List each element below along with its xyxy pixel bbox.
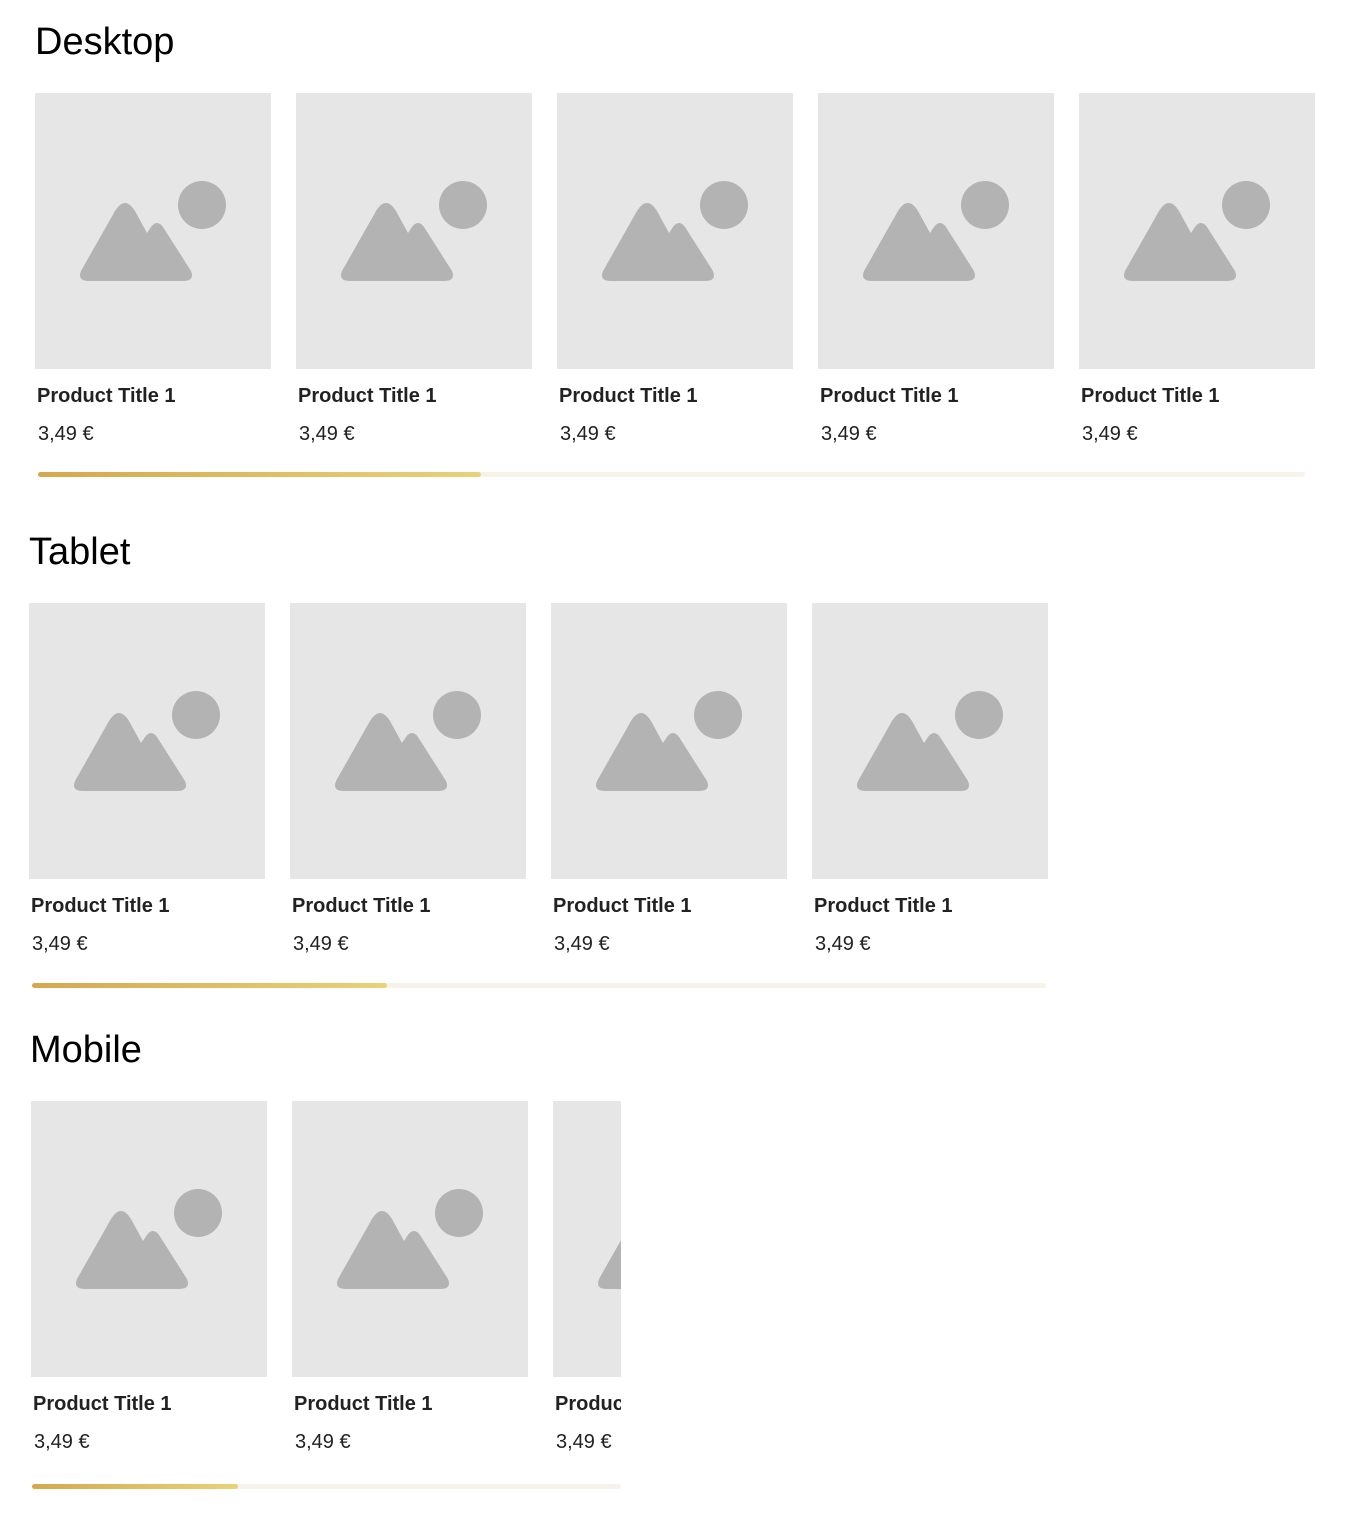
product-card[interactable]: Product Title 1 3,49 € xyxy=(35,93,271,445)
desktop-section: Desktop Product Title 1 3,49 € Product T… xyxy=(35,20,1315,480)
product-card[interactable]: Product Title 1 3,49 € xyxy=(29,603,265,955)
carousel-track: Product Title 1 3,49 € Product Title 1 3… xyxy=(30,1101,621,1471)
product-price: 3,49 € xyxy=(32,933,88,955)
product-price: 3,49 € xyxy=(38,423,94,445)
product-image[interactable] xyxy=(296,93,532,369)
product-price: 3,49 € xyxy=(815,933,871,955)
product-card[interactable]: Product Title 1 3,49 € xyxy=(31,1101,267,1453)
image-placeholder-icon xyxy=(80,181,226,281)
product-price: 3,49 € xyxy=(821,423,877,445)
image-placeholder-icon xyxy=(1124,181,1270,281)
product-image[interactable] xyxy=(29,603,265,879)
product-price: 3,49 € xyxy=(299,423,355,445)
product-title[interactable]: Product Title 1 xyxy=(553,893,692,919)
image-placeholder-icon xyxy=(602,181,748,281)
image-placeholder-icon xyxy=(857,691,1003,791)
product-title[interactable]: Product Title 1 xyxy=(1081,383,1220,409)
image-placeholder-icon xyxy=(596,691,742,791)
product-title[interactable]: Product Title 1 xyxy=(37,383,176,409)
product-image[interactable] xyxy=(1079,93,1315,369)
product-carousel[interactable]: Product Title 1 3,49 € Product Title 1 3… xyxy=(29,603,1049,973)
section-title: Mobile xyxy=(30,1029,142,1071)
product-title[interactable]: Product Title 1 xyxy=(298,383,437,409)
carousel-scrollbar[interactable] xyxy=(32,983,1046,988)
product-image[interactable] xyxy=(557,93,793,369)
product-card[interactable]: Product Title 1 3,49 € xyxy=(551,603,787,955)
mobile-section: Mobile Product Title 1 3,49 € Product Ti… xyxy=(30,1028,621,1498)
product-card[interactable]: Product Title 1 3,49 € xyxy=(1079,93,1315,445)
product-card[interactable]: Product Title 1 3,49 € xyxy=(818,93,1054,445)
product-price: 3,49 € xyxy=(560,423,616,445)
section-title: Desktop xyxy=(35,21,175,63)
product-card[interactable]: Product Title 1 3,49 € xyxy=(296,93,532,445)
product-carousel[interactable]: Product Title 1 3,49 € Product Title 1 3… xyxy=(30,1101,621,1471)
product-card[interactable]: Product Title 1 3,49 € xyxy=(557,93,793,445)
image-placeholder-icon xyxy=(341,181,487,281)
product-title[interactable]: Product Title 1 xyxy=(31,893,170,919)
product-title[interactable]: Product Title 1 xyxy=(33,1391,172,1417)
product-card[interactable]: Product Title 1 3,49 € xyxy=(553,1101,621,1453)
carousel-track: Product Title 1 3,49 € Product Title 1 3… xyxy=(29,603,1049,973)
product-title[interactable]: Product Title 1 xyxy=(559,383,698,409)
product-card[interactable]: Product Title 1 3,49 € xyxy=(290,603,526,955)
image-placeholder-icon xyxy=(863,181,1009,281)
product-price: 3,49 € xyxy=(295,1431,351,1453)
product-price: 3,49 € xyxy=(293,933,349,955)
product-card[interactable]: Product Title 1 3,49 € xyxy=(292,1101,528,1453)
product-image[interactable] xyxy=(290,603,526,879)
carousel-scrollbar[interactable] xyxy=(38,472,1305,477)
product-title[interactable]: Product Title 1 xyxy=(820,383,959,409)
image-placeholder-icon xyxy=(598,1240,621,1289)
product-image[interactable] xyxy=(292,1101,528,1377)
image-placeholder-icon xyxy=(335,691,481,791)
carousel-track: Product Title 1 3,49 € Product Title 1 3… xyxy=(35,93,1315,463)
section-title: Tablet xyxy=(29,531,131,573)
product-image[interactable] xyxy=(31,1101,267,1377)
scrollbar-thumb[interactable] xyxy=(38,472,482,477)
product-title[interactable]: Product Title 1 xyxy=(294,1391,433,1417)
scrollbar-thumb[interactable] xyxy=(32,1484,239,1489)
product-title[interactable]: Product Title 1 xyxy=(814,893,953,919)
product-price: 3,49 € xyxy=(34,1431,90,1453)
product-price: 3,49 € xyxy=(1082,423,1138,445)
product-image[interactable] xyxy=(812,603,1048,879)
product-price: 3,49 € xyxy=(556,1431,612,1453)
product-image[interactable] xyxy=(818,93,1054,369)
product-image[interactable] xyxy=(35,93,271,369)
product-price: 3,49 € xyxy=(554,933,610,955)
product-title[interactable]: Product Title 1 xyxy=(292,893,431,919)
product-image[interactable] xyxy=(551,603,787,879)
image-placeholder-icon xyxy=(76,1189,222,1289)
image-placeholder-icon xyxy=(337,1189,483,1289)
image-placeholder-icon xyxy=(74,691,220,791)
product-image[interactable] xyxy=(553,1101,621,1377)
product-card[interactable]: Product Title 1 3,49 € xyxy=(812,603,1048,955)
carousel-scrollbar[interactable] xyxy=(32,1484,621,1489)
product-title[interactable]: Product Title 1 xyxy=(555,1391,621,1417)
tablet-section: Tablet Product Title 1 3,49 € Product Ti… xyxy=(29,530,1049,990)
product-carousel[interactable]: Product Title 1 3,49 € Product Title 1 3… xyxy=(35,93,1315,463)
scrollbar-thumb[interactable] xyxy=(32,983,387,988)
